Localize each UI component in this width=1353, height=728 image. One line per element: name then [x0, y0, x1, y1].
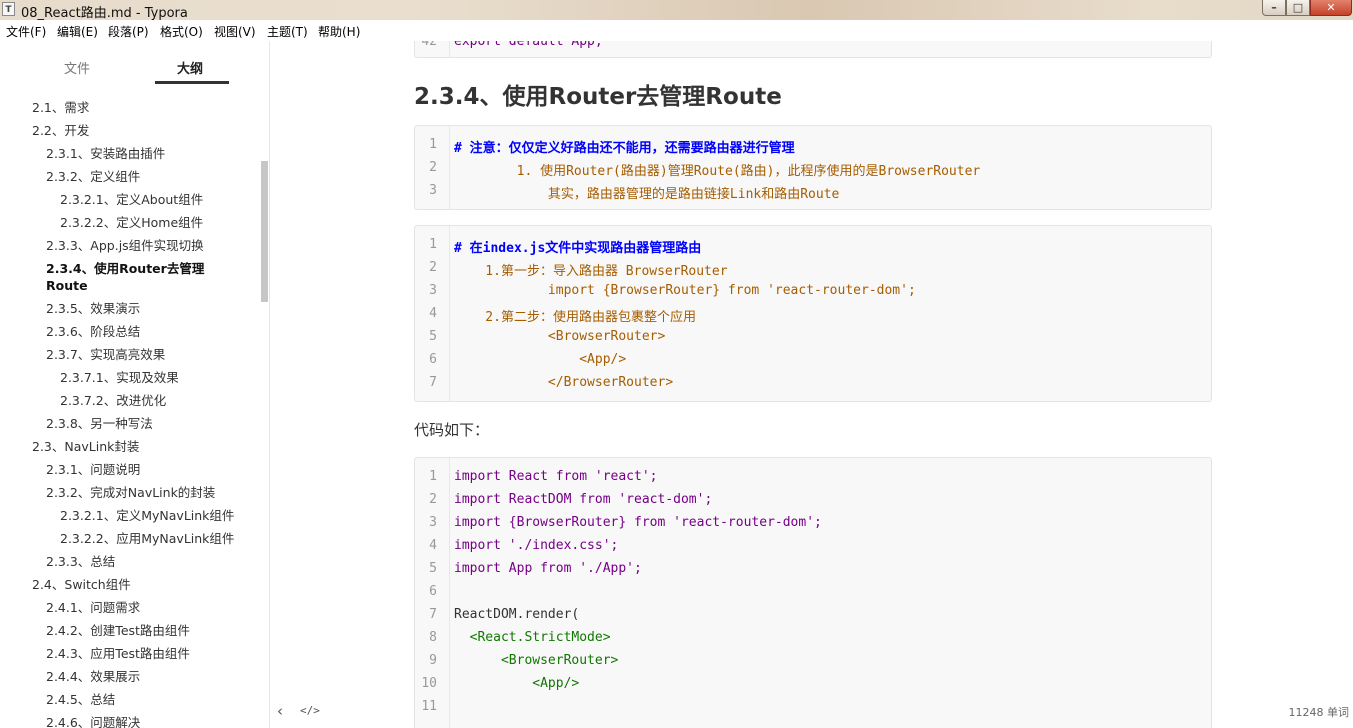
menu-bar: 文件(F) 编辑(E) 段落(P) 格式(O) 视图(V) 主题(T) 帮助(H…	[0, 20, 1353, 41]
code-block-steps[interactable]: 1 2 3 4 5 6 7 # 在index.js文件中实现路由器管理路由 1.…	[414, 225, 1212, 402]
status-bar: ‹ </> 11248 单词	[270, 696, 1353, 728]
line-number: 42	[421, 41, 437, 49]
code-line: <BrowserRouter>	[454, 329, 666, 344]
close-button[interactable]: ✕	[1310, 0, 1352, 16]
code-line: import {BrowserRouter} from 'react-route…	[454, 515, 822, 530]
outline-item[interactable]: 2.4.2、创建Test路由组件	[46, 622, 190, 639]
maximize-button[interactable]: □	[1286, 0, 1310, 16]
outline-item[interactable]: 2.3.8、另一种写法	[46, 415, 153, 432]
line-number: 2	[429, 160, 437, 175]
code-line: import React from 'react';	[454, 469, 658, 484]
sidebar: 文件 大纲 2.1、需求 2.2、开发 2.3.1、安装路由插件 2.3.2、定…	[0, 41, 270, 728]
line-number: 1	[429, 237, 437, 252]
line-number: 9	[429, 653, 437, 668]
outline-item[interactable]: 2.4.6、问题解决	[46, 714, 140, 728]
outline-item[interactable]: 2.3.7.2、改进优化	[60, 392, 166, 409]
line-number: 8	[429, 630, 437, 645]
outline-item[interactable]: 2.3.3、总结	[46, 553, 115, 570]
code-line: import ReactDOM from 'react-dom';	[454, 492, 713, 507]
section-heading: 2.3.4、使用Router去管理Route	[414, 84, 782, 110]
outline-item[interactable]: 2.1、需求	[32, 99, 89, 116]
outline-item[interactable]: 2.3.1、安装路由插件	[46, 145, 165, 162]
outline-item[interactable]: 2.3.1、问题说明	[46, 461, 140, 478]
code-line: # 在index.js文件中实现路由器管理路由	[454, 241, 702, 256]
active-tab-indicator	[155, 81, 229, 84]
menu-file[interactable]: 文件(F)	[6, 23, 46, 40]
outline-item[interactable]: 2.4.4、效果展示	[46, 668, 140, 685]
editor-content[interactable]: 42 export default App; 2.3.4、使用Router去管理…	[270, 41, 1353, 728]
outline-item[interactable]: 2.3.7.1、实现及效果	[60, 369, 179, 386]
code-line: import App from './App';	[454, 561, 642, 576]
line-number: 10	[421, 676, 437, 691]
tab-outline[interactable]: 大纲	[177, 58, 203, 77]
line-number: 3	[429, 183, 437, 198]
line-number: 7	[429, 607, 437, 622]
outline-item[interactable]: 2.3、NavLink封装	[32, 438, 139, 455]
sidebar-scrollbar[interactable]	[261, 161, 268, 302]
line-number: 6	[429, 352, 437, 367]
code-block-index-js[interactable]: 1 2 3 4 5 6 7 8 9 10 11 import React fro…	[414, 457, 1212, 728]
tab-files[interactable]: 文件	[64, 58, 90, 77]
code-line: 1.第一步：导入路由器 BrowserRouter	[454, 264, 728, 279]
menu-view[interactable]: 视图(V)	[214, 23, 256, 40]
line-number: 3	[429, 283, 437, 298]
outline-item[interactable]: 2.4.1、问题需求	[46, 599, 140, 616]
menu-theme[interactable]: 主题(T)	[267, 23, 308, 40]
source-code-toggle-icon[interactable]: </>	[300, 704, 320, 717]
line-number: 6	[429, 584, 437, 599]
word-count[interactable]: 11248 单词	[1289, 704, 1350, 720]
line-number: 5	[429, 329, 437, 344]
outline-item[interactable]: 2.3.6、阶段总结	[46, 323, 140, 340]
code-line: import {BrowserRouter} from 'react-route…	[454, 283, 916, 298]
code-line: export default App;	[454, 41, 603, 49]
outline-item[interactable]: 2.4.3、应用Test路由组件	[46, 645, 190, 662]
code-line: import './index.css';	[454, 538, 619, 553]
typora-app-icon: T	[2, 2, 15, 16]
paragraph-text: 代码如下：	[414, 421, 490, 439]
outline-item[interactable]: 2.4、Switch组件	[32, 576, 131, 593]
menu-help[interactable]: 帮助(H)	[318, 23, 360, 40]
line-number: 2	[429, 492, 437, 507]
code-line: <App/>	[454, 676, 580, 691]
line-number: 3	[429, 515, 437, 530]
code-block-previous[interactable]: 42 export default App;	[414, 41, 1212, 58]
minimize-button[interactable]: –	[1262, 0, 1286, 16]
code-line: </BrowserRouter>	[454, 375, 674, 390]
outline-item[interactable]: 2.3.2.1、定义MyNavLink组件	[60, 507, 234, 524]
code-line: # 注意：仅仅定义好路由还不能用，还需要路由器进行管理	[454, 141, 795, 156]
chevron-left-icon[interactable]: ‹	[277, 702, 283, 720]
code-line: <React.StrictMode>	[454, 630, 611, 645]
title-bar: T 08_React路由.md - Typora – □ ✕	[0, 0, 1353, 21]
outline-item[interactable]: 2.3.2.2、应用MyNavLink组件	[60, 530, 234, 547]
outline-item[interactable]: 2.3.3、App.js组件实现切换	[46, 237, 204, 254]
outline-item[interactable]: 2.3.2、完成对NavLink的封装	[46, 484, 215, 501]
line-number: 2	[429, 260, 437, 275]
code-line: 其实，路由器管理的是路由链接Link和路由Route	[454, 187, 840, 202]
outline-item[interactable]: 2.4.5、总结	[46, 691, 115, 708]
code-line: 1. 使用Router(路由器)管理Route(路由)，此程序使用的是Brows…	[454, 164, 981, 179]
outline-item[interactable]: 2.3.5、效果演示	[46, 300, 140, 317]
code-block-note[interactable]: 1 2 3 # 注意：仅仅定义好路由还不能用，还需要路由器进行管理 1. 使用R…	[414, 125, 1212, 210]
outline-item-active[interactable]: 2.3.4、使用Router去管理Route	[46, 260, 226, 294]
outline-item[interactable]: 2.3.2.1、定义About组件	[60, 191, 203, 208]
outline-item[interactable]: 2.3.2.2、定义Home组件	[60, 214, 203, 231]
outline-item[interactable]: 2.2、开发	[32, 122, 89, 139]
line-number: 4	[429, 306, 437, 321]
line-number: 7	[429, 375, 437, 390]
line-number: 5	[429, 561, 437, 576]
menu-edit[interactable]: 编辑(E)	[57, 23, 98, 40]
code-line: <App/>	[454, 352, 627, 367]
outline-item[interactable]: 2.3.7、实现高亮效果	[46, 346, 165, 363]
outline-item[interactable]: 2.3.2、定义组件	[46, 168, 140, 185]
code-line: ReactDOM.render(	[454, 607, 580, 622]
menu-paragraph[interactable]: 段落(P)	[108, 23, 149, 40]
window-title: 08_React路由.md - Typora	[21, 6, 188, 21]
line-number: 4	[429, 538, 437, 553]
menu-format[interactable]: 格式(O)	[160, 23, 203, 40]
line-number: 1	[429, 469, 437, 484]
line-number: 1	[429, 137, 437, 152]
code-line: <BrowserRouter>	[454, 653, 619, 668]
code-line: 2.第二步：使用路由器包裹整个应用	[454, 310, 696, 325]
